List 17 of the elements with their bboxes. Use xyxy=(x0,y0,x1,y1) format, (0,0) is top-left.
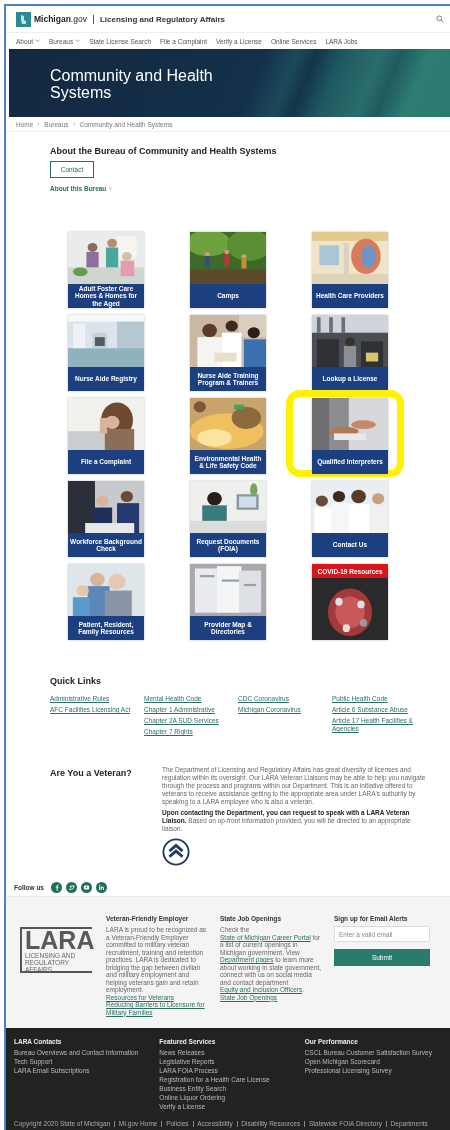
chevron-right-icon xyxy=(109,186,113,191)
state-logo-icon[interactable] xyxy=(16,11,31,27)
section-heading: About the Bureau of Community and Health Systems xyxy=(50,146,278,156)
social-link-icon[interactable] xyxy=(66,881,77,893)
search-icon[interactable] xyxy=(436,15,444,23)
caret-icon xyxy=(35,39,40,43)
logo-word: LARA xyxy=(25,927,92,952)
section-heading: Are You a Veteran? xyxy=(50,768,133,780)
site-name[interactable]: Michigan.gov xyxy=(34,14,87,24)
social-link-icon[interactable] xyxy=(96,881,107,893)
chevron-up-icon xyxy=(162,838,190,866)
social-link-icon[interactable] xyxy=(51,881,62,893)
social-link-icon[interactable] xyxy=(81,881,92,893)
agency-title: Licensing and Regulatory Affairs xyxy=(99,14,225,24)
page-title: Community and Health Systems xyxy=(50,67,214,101)
caret-icon xyxy=(75,39,81,43)
section-heading: Quick Links xyxy=(50,676,103,686)
